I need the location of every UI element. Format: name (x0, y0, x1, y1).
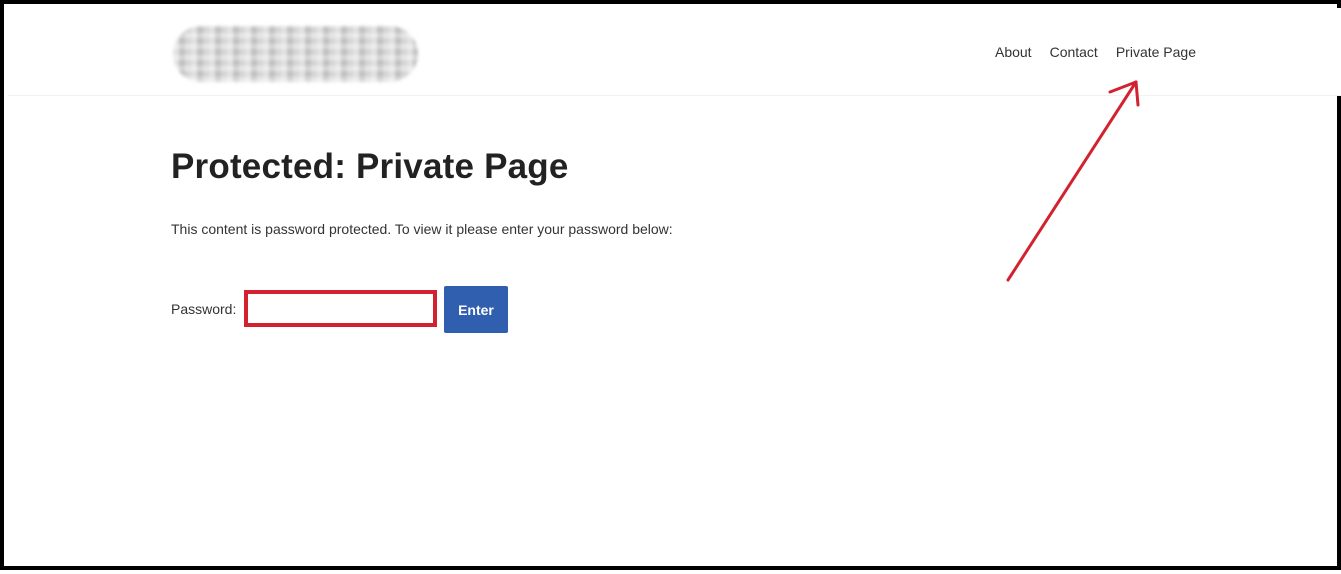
nav-private-page-link[interactable]: Private Page (1116, 44, 1196, 60)
password-protected-message: This content is password protected. To v… (171, 221, 673, 237)
nav-contact-link[interactable]: Contact (1050, 44, 1098, 60)
enter-button[interactable]: Enter (444, 286, 508, 333)
nav-about-link[interactable]: About (995, 44, 1032, 60)
password-input[interactable] (244, 290, 437, 327)
screenshot-frame: About Contact Private Page Protected: Pr… (0, 0, 1341, 570)
site-logo-blurred[interactable] (173, 26, 418, 82)
main-navigation: About Contact Private Page (995, 44, 1196, 60)
password-label: Password: (171, 301, 237, 317)
site-header: About Contact Private Page (8, 8, 1341, 96)
page-title: Protected: Private Page (171, 147, 569, 186)
